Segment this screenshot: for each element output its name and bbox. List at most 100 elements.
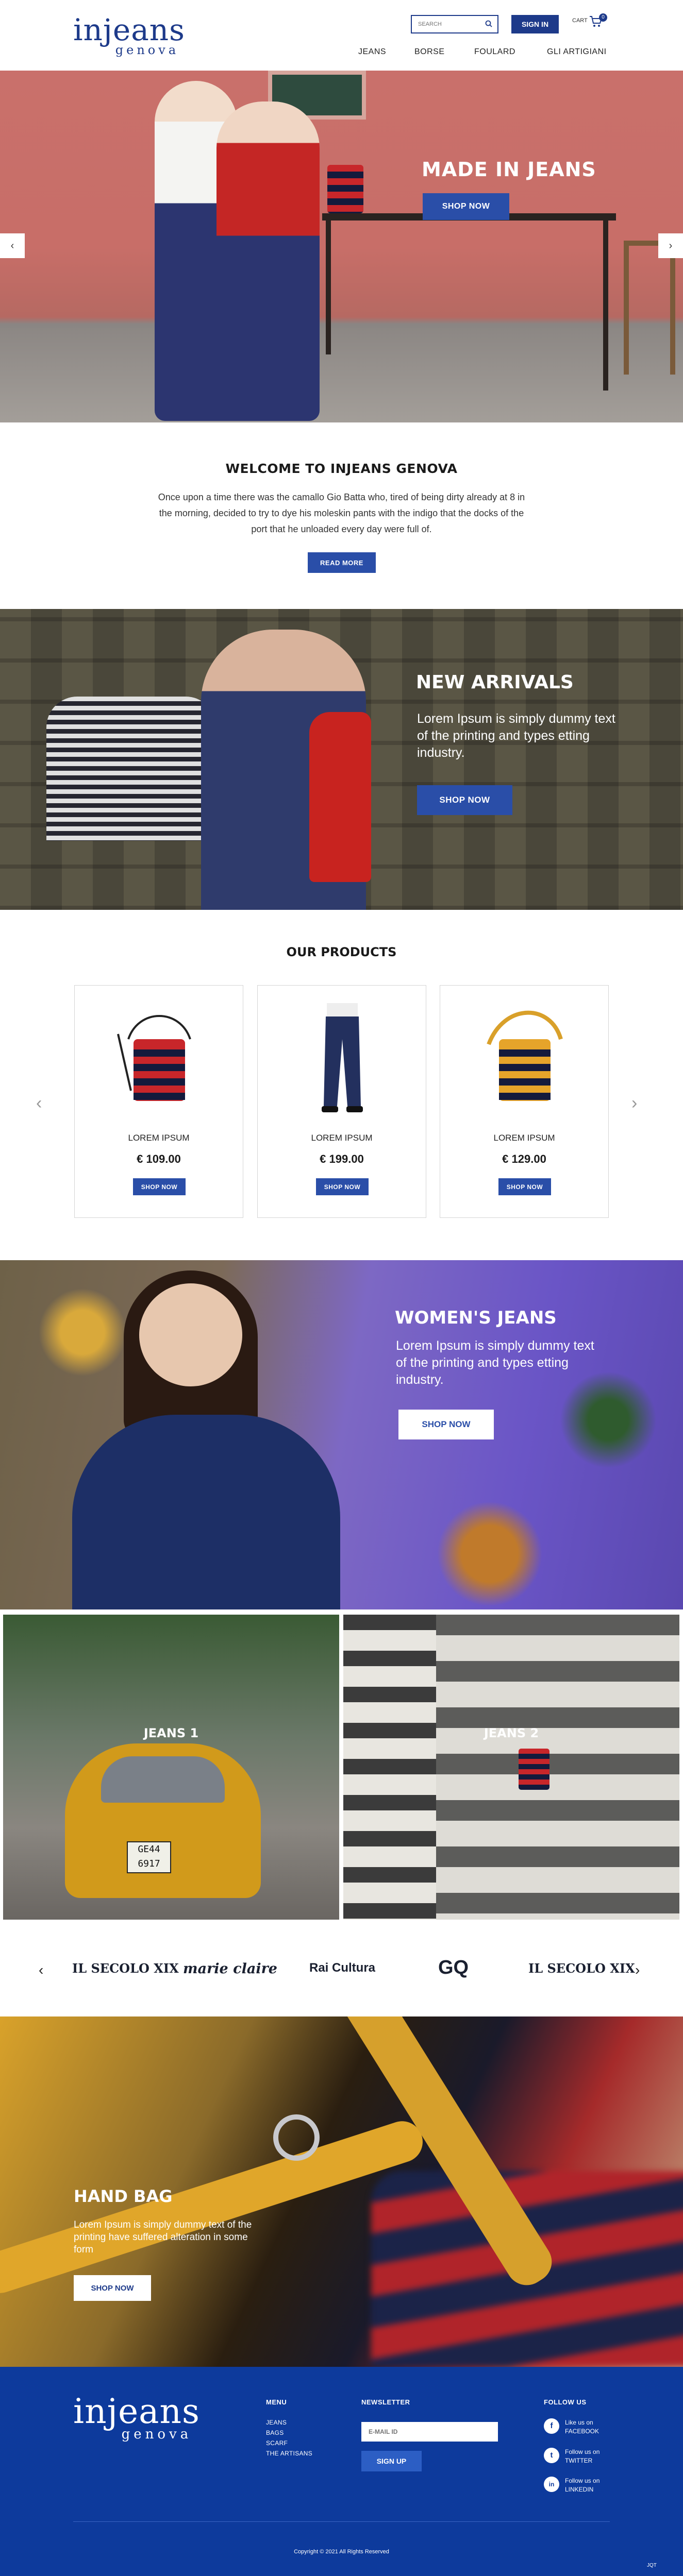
arrivals-shop-now-button[interactable]: SHOP NOW [417, 785, 512, 815]
model-face [139, 1283, 242, 1386]
hero-banner: MADE IN JEANS SHOP NOW ‹ › [0, 71, 683, 422]
product-price: € 109.00 [137, 1153, 181, 1165]
product-name[interactable]: LOREM IPSUM [75, 1133, 243, 1143]
hero-bag [327, 165, 363, 213]
jeans-2-model [472, 1661, 544, 1919]
newsletter-sign-up-button[interactable]: SIGN UP [361, 2451, 422, 2471]
press-logo[interactable]: IL SECOLO XIX [72, 1961, 179, 1976]
press-logo[interactable]: GQ [438, 1957, 469, 1979]
hand-bag-title: HAND BAG [74, 2187, 173, 2206]
womens-jeans-text: Lorem Ipsum is simply dummy text of the … [396, 1338, 594, 1387]
site-footer: injeans genova MENU JEANS BAGS SCARF THE… [0, 2367, 683, 2576]
footer-logo[interactable]: injeans genova [73, 2395, 200, 2442]
product-name[interactable]: LOREM IPSUM [440, 1133, 608, 1143]
search-icon[interactable] [485, 20, 492, 30]
footer-menu-title: MENU [266, 2398, 287, 2406]
products-prev-arrow-icon[interactable]: ‹ [36, 1093, 42, 1113]
footer-logo-subtitle: genova [121, 2427, 192, 2442]
hero-title: MADE IN JEANS [422, 158, 596, 181]
arrivals-title: NEW ARRIVALS [416, 672, 574, 693]
womens-jeans-banner: WOMEN'S JEANS Lorem Ipsum is simply dumm… [0, 1260, 683, 1609]
site-header: injeans genova SIGN IN CART 0 JEANS BORS… [0, 0, 683, 71]
floral-pattern [428, 1502, 552, 1605]
footer-menu-item[interactable]: THE ARTISANS [266, 2450, 312, 2457]
press-prev-arrow-icon[interactable]: ‹ [39, 1962, 43, 1978]
sign-in-button[interactable]: SIGN IN [511, 15, 559, 33]
jeans-2-label[interactable]: JEANS 2 [480, 1718, 542, 1749]
products-next-arrow-icon[interactable]: › [631, 1093, 637, 1113]
social-link-text: Follow us on LINKEDIN [565, 2477, 599, 2494]
social-network: LINKEDIN [565, 2486, 594, 2493]
hand-bag-shop-now-button[interactable]: SHOP NOW [74, 2275, 151, 2301]
logo[interactable]: injeans genova [73, 15, 185, 56]
nav-borse[interactable]: BORSE [414, 47, 445, 57]
jeans-1-tile[interactable]: GE44 6917 JEANS 1 [3, 1615, 339, 1920]
table-leg [326, 221, 331, 354]
newsletter-email-input[interactable] [361, 2422, 498, 2442]
product-image-bucket-bag-yellow[interactable] [473, 1003, 576, 1116]
hand-bag-banner: HAND BAG Lorem Ipsum is simply dummy tex… [0, 2016, 683, 2367]
hand-bag-text: Lorem Ipsum is simply dummy text of the … [74, 2219, 252, 2255]
hero-chair [624, 241, 675, 375]
hero-floor [0, 328, 683, 422]
product-name[interactable]: LOREM IPSUM [258, 1133, 426, 1143]
hero-shop-now-button[interactable]: SHOP NOW [423, 193, 509, 220]
cart-count-badge: 0 [599, 13, 607, 22]
welcome-text: Once upon a time there was the camallo G… [158, 492, 525, 534]
products-section: OUR PRODUCTS LOREM IPSUM € 109.00 SHOP N… [0, 910, 683, 1260]
product-image-bucket-bag[interactable] [108, 1003, 211, 1116]
social-label: Follow us on [565, 2477, 600, 2484]
social-label: Follow us on [565, 2448, 600, 2455]
product-shop-now-button[interactable]: SHOP NOW [133, 1178, 186, 1195]
product-card[interactable]: LOREM IPSUM € 129.00 SHOP NOW [440, 985, 609, 1218]
press-logo[interactable]: Rai Cultura [309, 1961, 375, 1975]
product-price: € 129.00 [502, 1153, 546, 1165]
footer-menu-item[interactable]: SCARF [266, 2439, 288, 2447]
product-card[interactable]: LOREM IPSUM € 109.00 SHOP NOW [74, 985, 243, 1218]
product-card[interactable]: LOREM IPSUM € 199.00 SHOP NOW [257, 985, 426, 1218]
nav-jeans[interactable]: JEANS [358, 47, 386, 57]
nav-foulard[interactable]: FOULARD [474, 47, 515, 57]
hero-prev-arrow-icon[interactable]: ‹ [0, 233, 25, 258]
striped-column [343, 1615, 436, 1920]
linkedin-icon[interactable]: in [544, 2477, 559, 2492]
press-logo[interactable]: marie claire [183, 1961, 277, 1977]
jeans-1-label[interactable]: JEANS 1 [140, 1718, 202, 1749]
red-coat [309, 712, 371, 882]
press-next-arrow-icon[interactable]: › [635, 1962, 640, 1978]
twitter-icon[interactable]: t [544, 2448, 559, 2463]
bag-ring [273, 2114, 320, 2161]
footer-menu-item[interactable]: JEANS [266, 2419, 287, 2426]
social-network: TWITTER [565, 2457, 593, 2464]
search-input[interactable] [412, 16, 479, 32]
arrivals-text: Lorem Ipsum is simply dummy text of the … [417, 711, 615, 760]
table-leg [603, 221, 608, 391]
footer-menu-item[interactable]: BAGS [266, 2429, 284, 2436]
social-label: Like us on [565, 2419, 593, 2426]
floral-pattern [31, 1281, 134, 1384]
jeans-2-tile[interactable]: JEANS 2 [343, 1615, 679, 1920]
copyright-text: Copyright © 2021 All Rights Reserved [294, 2549, 389, 2555]
press-logo[interactable]: IL SECOLO XIX [528, 1961, 635, 1976]
products-title: OUR PRODUCTS [286, 945, 397, 959]
welcome-section: WELCOME TO INJEANS GENOVA Once upon a ti… [0, 422, 683, 609]
welcome-title: WELCOME TO INJEANS GENOVA [225, 461, 458, 476]
newsletter-title: NEWSLETTER [361, 2398, 410, 2406]
striped-shirt [46, 697, 216, 841]
logo-wordmark: injeans [73, 12, 185, 47]
new-arrivals-banner: NEW ARRIVALS Lorem Ipsum is simply dummy… [0, 609, 683, 910]
cart-label[interactable]: CART [572, 18, 588, 24]
read-more-button[interactable]: READ MORE [308, 552, 376, 573]
social-network: FACEBOOK [565, 2428, 599, 2435]
car-window [101, 1756, 225, 1803]
social-link-text: Follow us on TWITTER [565, 2448, 599, 2465]
product-image-jeans[interactable] [291, 1003, 394, 1116]
social-link-text: Like us on FACEBOOK [565, 2418, 599, 2436]
womens-jeans-shop-now-button[interactable]: SHOP NOW [398, 1410, 494, 1439]
facebook-icon[interactable]: f [544, 2418, 559, 2434]
footer-badge: JQT [647, 2563, 657, 2568]
product-shop-now-button[interactable]: SHOP NOW [316, 1178, 369, 1195]
nav-gli-artigiani[interactable]: GLI ARTIGIANI [547, 47, 607, 57]
hero-next-arrow-icon[interactable]: › [658, 233, 683, 258]
product-shop-now-button[interactable]: SHOP NOW [498, 1178, 551, 1195]
